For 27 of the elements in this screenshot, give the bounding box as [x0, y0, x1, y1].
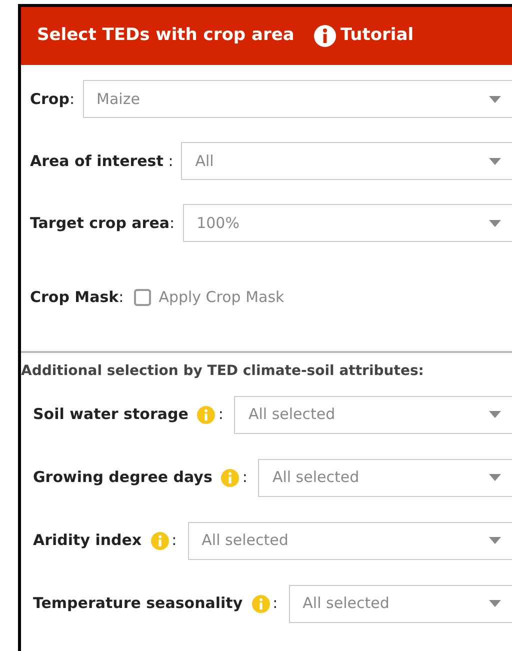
- label-colon: :: [272, 593, 278, 614]
- dropdown-select[interactable]: Maize: [82, 80, 512, 118]
- field-label: Target crop area: [30, 212, 170, 234]
- dropdown-select[interactable]: All selected: [258, 458, 512, 496]
- field-label: Aridity index: [33, 530, 142, 552]
- dropdown-select[interactable]: All selected: [234, 396, 512, 434]
- dropdown-select[interactable]: All selected: [188, 522, 512, 560]
- label-colon: :: [167, 150, 174, 172]
- field-label: Crop: [30, 88, 70, 110]
- label-colon: :: [242, 467, 248, 488]
- panel-title: Select TEDs with crop area: [37, 24, 294, 48]
- field-label: Area of interest: [30, 150, 164, 172]
- field-label: Soil water storage: [33, 404, 188, 426]
- label-colon: :: [118, 287, 124, 308]
- dropdown-select[interactable]: All selected: [288, 584, 512, 622]
- section-heading: Additional selection by TED climate-soil attributes:: [21, 362, 425, 380]
- dropdown-select[interactable]: 100%: [182, 204, 512, 242]
- dropdown-select[interactable]: All: [181, 142, 512, 180]
- label-colon: :: [69, 88, 75, 110]
- label-colon: :: [218, 404, 224, 426]
- field-label: Growing degree days: [33, 467, 212, 488]
- field-label: Crop Mask: [30, 287, 119, 308]
- field-label: Temperature seasonality: [33, 593, 243, 614]
- label-colon: :: [172, 530, 177, 552]
- tutorial-link[interactable]: Tutorial: [314, 23, 414, 49]
- label-colon: :: [170, 212, 175, 234]
- checkbox-label: Apply Crop Mask: [158, 287, 284, 308]
